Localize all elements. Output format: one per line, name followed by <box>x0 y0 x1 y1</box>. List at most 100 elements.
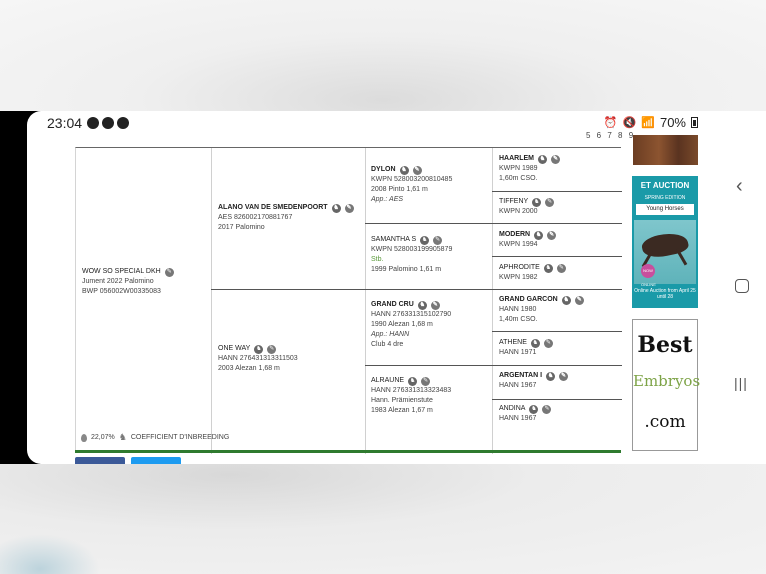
ds-name[interactable]: GRAND CRU <box>371 300 414 310</box>
horse-icon[interactable]: ♞ <box>254 344 264 354</box>
et-young-horses: Young Horses <box>636 204 694 215</box>
edit-icon[interactable]: ✎ <box>344 203 354 213</box>
subject-name[interactable]: WOW SO SPECIAL DKH <box>82 267 161 277</box>
edit-icon[interactable]: ✎ <box>574 295 584 305</box>
recents-icon[interactable]: ||| <box>734 375 748 391</box>
column-divider <box>492 148 493 454</box>
sds-name[interactable]: MODERN <box>499 230 530 240</box>
now-online-badge: NOW ONLINE <box>641 264 656 287</box>
inbreeding-value: 22,07% <box>91 434 115 441</box>
et-auction-ad[interactable]: ET AUCTION SPRING EDITION Young Horses N… <box>632 176 698 308</box>
dds-line1: HANN 1967 <box>499 382 537 389</box>
horse-icon[interactable]: ♞ <box>534 230 544 240</box>
horse-icon[interactable]: ♞ <box>399 165 409 175</box>
best-text: Best <box>637 332 693 358</box>
dss-line2: 1,40m CSO. <box>499 316 538 323</box>
dd-name[interactable]: ALRAUNE <box>371 376 404 386</box>
back-icon[interactable]: ‹ <box>736 175 743 198</box>
home-icon[interactable] <box>735 279 749 293</box>
sss-line2: 1,60m CSO. <box>499 175 538 182</box>
edit-icon[interactable]: ✎ <box>551 154 560 164</box>
ds-cell: GRAND CRU ♞ ✎ HANN 276331315102790 1990 … <box>371 300 451 350</box>
edit-icon[interactable]: ✎ <box>421 376 431 386</box>
dam-cell: ONE WAY ♞ ✎ HANN 276431313311503 2003 Al… <box>218 344 298 374</box>
pedigree-table: WOW SO SPECIAL DKH ✎ Jument 2022 Palomin… <box>75 147 622 454</box>
ds-line2: 1990 Alezan 1,68 m <box>371 321 433 328</box>
dsd-name[interactable]: ATHENE <box>499 338 527 348</box>
edit-icon[interactable]: ✎ <box>267 344 277 354</box>
sdd-name[interactable]: APHRODITE <box>499 263 540 273</box>
phone-frame: 23:04 ⏰ 🔇 📶 70% 5 6 7 8 9 WOW SO SPECIAL… <box>0 111 766 464</box>
background-blur-bottom <box>0 464 766 574</box>
edit-icon[interactable]: ✎ <box>545 197 555 207</box>
ss-name[interactable]: DYLON <box>371 165 396 175</box>
horse-icon[interactable]: ♞ <box>543 263 553 273</box>
horse-icon[interactable]: ♞ <box>532 197 542 207</box>
sds-line1: KWPN 1994 <box>499 241 538 248</box>
horse-icon[interactable]: ♞ <box>417 300 427 310</box>
sd-cell: SAMANTHA S ♞ ✎ KWPN 528003199905879 Stb.… <box>371 235 452 275</box>
facebook-icon <box>87 117 99 129</box>
dam-name[interactable]: ONE WAY <box>218 344 250 354</box>
sd-line3: 1999 Palomino 1,61 m <box>371 266 442 273</box>
ss-cell: DYLON ♞ ✎ KWPN 528003200810485 2008 Pint… <box>371 165 452 205</box>
embryos-text: Embryos <box>633 372 701 390</box>
dds-name[interactable]: ARGENTAN I <box>499 371 542 381</box>
subject-cell: WOW SO SPECIAL DKH ✎ Jument 2022 Palomin… <box>82 267 174 297</box>
sd-line1: KWPN 528003199905879 <box>371 246 453 253</box>
horse-icon[interactable]: ♞ <box>530 338 540 348</box>
dam-line2: 2003 Alezan 1,68 m <box>218 365 280 372</box>
jumping-horse-image: NOW ONLINE <box>634 220 696 287</box>
edit-icon[interactable]: ✎ <box>164 267 174 277</box>
row-divider <box>211 289 622 290</box>
status-right: ⏰ 🔇 📶 70% <box>604 115 698 130</box>
ad-horses-image[interactable] <box>633 135 698 165</box>
horse-icon[interactable]: ♞ <box>529 404 539 414</box>
sss-line1: KWPN 1989 <box>499 165 538 172</box>
ssd-cell: TIFFENY ♞ ✎ KWPN 2000 <box>499 197 555 217</box>
edit-icon[interactable]: ✎ <box>433 235 443 245</box>
edit-icon[interactable]: ✎ <box>559 371 569 381</box>
horse-icon[interactable]: ♞ <box>331 203 341 213</box>
dd-line1: HANN 276331313323483 <box>371 387 452 394</box>
ss-line2: 2008 Pinto 1,61 m <box>371 186 428 193</box>
horse-icon[interactable]: ♞ <box>420 235 430 245</box>
battery-text: 70% <box>659 115 686 130</box>
sire-line1: AES 826002170881767 <box>218 214 293 221</box>
edit-icon[interactable]: ✎ <box>542 404 552 414</box>
et-edition: SPRING EDITION <box>644 195 686 201</box>
ss-line3: App.: AES <box>371 196 404 203</box>
com-text: .com <box>644 412 686 432</box>
dsd-cell: ATHENE ♞ ✎ HANN 1971 <box>499 338 553 358</box>
edit-icon[interactable]: ✎ <box>543 338 553 348</box>
edit-icon[interactable]: ✎ <box>430 300 440 310</box>
sss-name[interactable]: HAARLEM <box>499 154 534 164</box>
horse-icon[interactable]: ♞ <box>546 371 556 381</box>
sire-cell: ALANO VAN DE SMEDENPOORT ♞ ✎ AES 8260021… <box>218 203 354 233</box>
dd-line2: Hann. Prämienstute <box>371 397 433 404</box>
ssd-name[interactable]: TIFFENY <box>499 197 528 207</box>
edit-icon[interactable]: ✎ <box>556 263 566 273</box>
row-divider <box>365 223 622 224</box>
edit-icon[interactable]: ✎ <box>547 230 557 240</box>
dd-cell: ALRAUNE ♞ ✎ HANN 276331313323483 Hann. P… <box>371 376 451 416</box>
twitter-share-button[interactable] <box>131 457 181 464</box>
dd-line3: 1983 Alezan 1,67 m <box>371 407 433 414</box>
edit-icon[interactable]: ✎ <box>412 165 422 175</box>
facebook-share-button[interactable] <box>75 457 125 464</box>
horse-icon[interactable]: ♞ <box>538 154 547 164</box>
battery-icon <box>691 117 698 128</box>
ddd-name[interactable]: ANDINA <box>499 404 525 414</box>
status-time: 23:04 <box>47 115 83 131</box>
sd-name[interactable]: SAMANTHA S <box>371 235 416 245</box>
best-embryos-ad[interactable]: Best Embryos .com <box>632 319 701 451</box>
horse-icon: ♞ <box>118 432 127 442</box>
dss-line1: HANN 1980 <box>499 306 537 313</box>
dsd-line1: HANN 1971 <box>499 349 537 356</box>
android-nav-bar: ‹ ||| <box>720 111 766 464</box>
dss-name[interactable]: GRAND GARCON <box>499 295 558 305</box>
horse-icon[interactable]: ♞ <box>408 376 418 386</box>
ddd-cell: ANDINA ♞ ✎ HANN 1967 <box>499 404 552 424</box>
sire-name[interactable]: ALANO VAN DE SMEDENPOORT <box>218 203 328 213</box>
horse-icon[interactable]: ♞ <box>561 295 571 305</box>
